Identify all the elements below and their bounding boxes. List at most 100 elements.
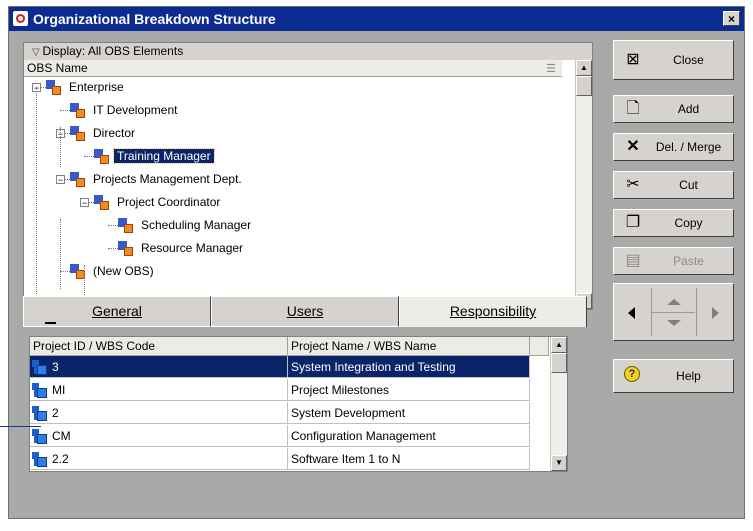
grid-row[interactable]: 2 System Development (30, 402, 549, 424)
tab-responsibility-label: Responsibility (449, 303, 537, 319)
tree-connector (60, 219, 61, 289)
title-bar: Organizational Breakdown Structure × (9, 7, 744, 31)
help-button-label: Help (676, 369, 701, 383)
wbs-code-cell[interactable]: MI (30, 379, 288, 401)
tree-connector (84, 156, 94, 157)
tab-users-label: Users (286, 303, 324, 319)
grid-header-project-id-label: Project ID / WBS Code (33, 339, 156, 353)
grid-row[interactable]: CM Configuration Management (30, 425, 549, 447)
wbs-code-text: CM (52, 429, 71, 443)
collapse-icon[interactable]: − (56, 175, 65, 185)
responsibility-grid: Project ID / WBS Code Project Name / WBS… (29, 336, 568, 472)
tree-connector (36, 87, 37, 294)
display-filter-label: Display: All OBS Elements (42, 44, 184, 58)
grid-scrollbar[interactable]: ▲ ▼ (550, 337, 567, 471)
delete-merge-button-label: Del. / Merge (655, 140, 722, 154)
tree-node[interactable]: Scheduling Manager (118, 215, 254, 235)
wbs-icon (32, 428, 48, 445)
display-filter[interactable]: ▽ Display: All OBS Elements (24, 43, 592, 60)
scroll-up-icon[interactable]: ▲ (576, 60, 592, 76)
tree-connector (108, 225, 118, 226)
wbs-name-cell[interactable]: System Development (288, 402, 530, 424)
tree-connector (108, 248, 118, 249)
grid-scroll-down-icon[interactable]: ▼ (551, 455, 567, 471)
grid-row[interactable]: MI Project Milestones (30, 379, 549, 401)
grid-row[interactable]: 2.2 Software Item 1 to N (30, 448, 549, 470)
scroll-thumb[interactable] (576, 76, 592, 96)
wbs-name-cell[interactable]: Project Milestones (288, 379, 530, 401)
grid-header-project-name[interactable]: Project Name / WBS Name (288, 337, 530, 356)
grid-header-filler (530, 337, 549, 356)
tree-connector (60, 127, 61, 167)
close-dialog-icon: ⊠ (626, 51, 640, 68)
tab-focus-marker (45, 322, 56, 324)
grid-header-project-id[interactable]: Project ID / WBS Code (30, 337, 288, 356)
obs-node-icon (118, 217, 134, 234)
wbs-code-text: 2.2 (52, 452, 69, 466)
add-button[interactable]: 🗋 Add (613, 95, 734, 123)
grid-scroll-thumb[interactable] (551, 353, 567, 373)
window-title: Organizational Breakdown Structure (33, 11, 276, 27)
tree-node-label: Projects Management Dept. (93, 172, 242, 186)
tree-node[interactable]: (New OBS) (70, 261, 157, 281)
wbs-name-cell[interactable]: System Integration and Testing (288, 356, 530, 378)
delete-merge-button[interactable]: ✕ Del. / Merge (613, 133, 734, 161)
obs-name-header-label: OBS Name (27, 61, 88, 75)
tree-node-label: IT Development (93, 103, 178, 117)
cut-button[interactable]: ✂ Cut (613, 171, 734, 199)
tree-node[interactable]: Training Manager (94, 146, 215, 166)
detail-tabs: General Users Responsibility (23, 296, 593, 327)
wbs-code-cell[interactable]: 2 (30, 402, 288, 424)
add-button-label: Add (677, 102, 700, 116)
grid-header-project-name-label: Project Name / WBS Name (291, 339, 437, 353)
tree-node[interactable]: Director (70, 123, 138, 143)
tree-node[interactable]: Resource Manager (118, 238, 246, 258)
callout-line (0, 426, 41, 427)
collapse-icon[interactable]: − (80, 198, 89, 208)
cut-button-label: Cut (679, 178, 698, 192)
chevron-down-icon: ▽ (32, 47, 43, 58)
help-button[interactable]: ? Help (613, 359, 734, 393)
paste-icon: ▤ (625, 252, 641, 269)
wbs-code-cell[interactable]: CM (30, 425, 288, 447)
tree-node-label: Enterprise (69, 80, 124, 94)
tab-users[interactable]: Users (211, 296, 399, 327)
move-right-icon[interactable] (712, 307, 719, 319)
tree-node[interactable]: Enterprise (46, 77, 127, 97)
obs-tree-panel: ▽ Display: All OBS Elements OBS Name ☰ −… (23, 42, 593, 311)
window-close-button[interactable]: × (723, 11, 740, 26)
obs-node-icon (46, 79, 62, 96)
move-down-icon[interactable] (667, 320, 681, 326)
grid-row[interactable]: 3 System Integration and Testing (30, 356, 549, 378)
close-button[interactable]: ⊠ Close (613, 40, 734, 80)
obs-node-icon (118, 240, 134, 257)
tree-node-label: Resource Manager (141, 241, 244, 255)
wbs-name-cell[interactable]: Software Item 1 to N (288, 448, 530, 470)
tree-node-label: Scheduling Manager (141, 218, 252, 232)
wbs-code-cell[interactable]: 3 (30, 356, 288, 378)
grid-scroll-up-icon[interactable]: ▲ (551, 337, 567, 353)
tree-node-label: Director (93, 126, 136, 140)
move-left-icon[interactable] (628, 307, 635, 319)
copy-button[interactable]: ❐ Copy (613, 209, 734, 237)
tree-node[interactable]: Project Coordinator (94, 192, 223, 212)
move-up-icon[interactable] (667, 299, 681, 305)
tree-scrollbar[interactable]: ▲ ▼ (575, 60, 592, 309)
obs-node-icon (94, 194, 110, 211)
delete-icon: ✕ (626, 138, 640, 155)
tree-node[interactable]: IT Development (70, 100, 181, 120)
move-nav-pad (613, 283, 734, 341)
column-options-icon[interactable]: ☰ (546, 61, 556, 78)
tab-general-label: General (92, 303, 142, 319)
wbs-name-cell[interactable]: Configuration Management (288, 425, 530, 447)
tree-connector (60, 271, 70, 272)
wbs-code-cell[interactable]: 2.2 (30, 448, 288, 470)
wbs-icon (32, 405, 48, 422)
tree-node[interactable]: Projects Management Dept. (70, 169, 245, 189)
paste-button[interactable]: ▤ Paste (613, 247, 734, 275)
obs-name-column-header[interactable]: OBS Name ☰ (24, 60, 562, 77)
tab-general[interactable]: General (23, 296, 211, 327)
obs-node-icon (94, 148, 110, 165)
tab-responsibility[interactable]: Responsibility (399, 296, 587, 327)
nav-divider (696, 288, 697, 336)
